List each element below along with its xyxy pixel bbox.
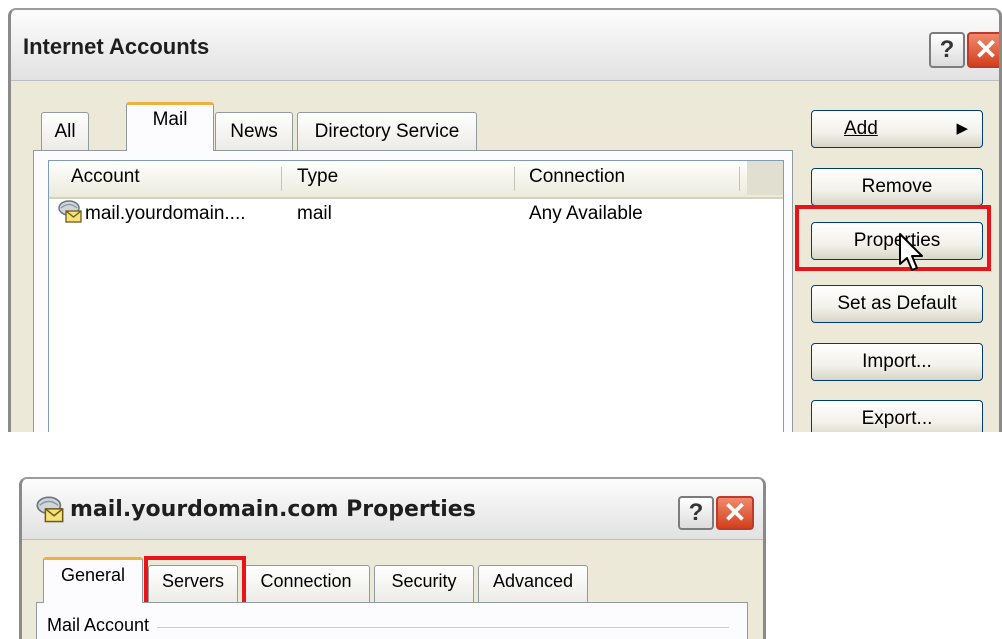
add-label: Add [844, 118, 878, 139]
tab-mail[interactable]: Mail [126, 102, 214, 151]
column-connection[interactable]: Connection [529, 166, 625, 188]
title-bar[interactable]: Internet Accounts ? ✕ [11, 10, 999, 81]
mail-account-icon [58, 200, 82, 223]
column-divider[interactable] [739, 167, 740, 191]
close-button[interactable]: ✕ [967, 32, 999, 68]
export-button[interactable]: Export... [811, 400, 983, 432]
import-button[interactable]: Import... [811, 343, 983, 381]
mail-account-icon [36, 496, 64, 523]
window-title: Internet Accounts [23, 34, 210, 59]
group-divider [59, 627, 729, 628]
highlight-properties [795, 205, 991, 271]
accounts-list[interactable]: Account Type Connection mail.yourdomain.… [48, 160, 784, 432]
tab-connection[interactable]: Connection [242, 565, 370, 603]
window-title: mail.yourdomain.com Properties [70, 497, 476, 522]
column-type[interactable]: Type [297, 166, 338, 188]
remove-button[interactable]: Remove [811, 168, 983, 206]
header-spacer [747, 161, 783, 195]
submenu-arrow-icon: ▶ [956, 120, 968, 137]
list-header: Account Type Connection [49, 161, 783, 199]
tab-panel: Mail Account [36, 602, 748, 639]
tab-general[interactable]: General [43, 557, 143, 603]
tab-news[interactable]: News [215, 112, 293, 150]
help-button[interactable]: ? [929, 32, 965, 68]
help-button[interactable]: ? [678, 496, 714, 530]
group-label-mail-account: Mail Account [47, 615, 158, 636]
table-row[interactable]: mail.yourdomain.... mail Any Available [49, 200, 783, 231]
column-account[interactable]: Account [71, 166, 140, 188]
account-type: mail [297, 203, 332, 224]
tab-advanced[interactable]: Advanced [478, 565, 588, 603]
column-divider[interactable] [514, 167, 515, 191]
add-button[interactable]: Add ▶ [811, 110, 983, 148]
close-button[interactable]: ✕ [716, 496, 754, 530]
internet-accounts-window: Internet Accounts ? ✕ All Mail News Dire… [8, 8, 1002, 432]
account-properties-window: mail.yourdomain.com Properties ? ✕ Gener… [19, 477, 766, 639]
set-as-default-button[interactable]: Set as Default [811, 285, 983, 323]
tab-all[interactable]: All [41, 112, 89, 150]
tab-security[interactable]: Security [374, 565, 474, 603]
account-name: mail.yourdomain.... [85, 203, 246, 224]
cursor-pointer-icon [899, 233, 923, 271]
title-bar[interactable]: mail.yourdomain.com Properties ? ✕ [22, 479, 763, 540]
account-connection: Any Available [529, 203, 643, 224]
column-divider[interactable] [281, 167, 282, 191]
tab-directory-service[interactable]: Directory Service [297, 112, 477, 150]
